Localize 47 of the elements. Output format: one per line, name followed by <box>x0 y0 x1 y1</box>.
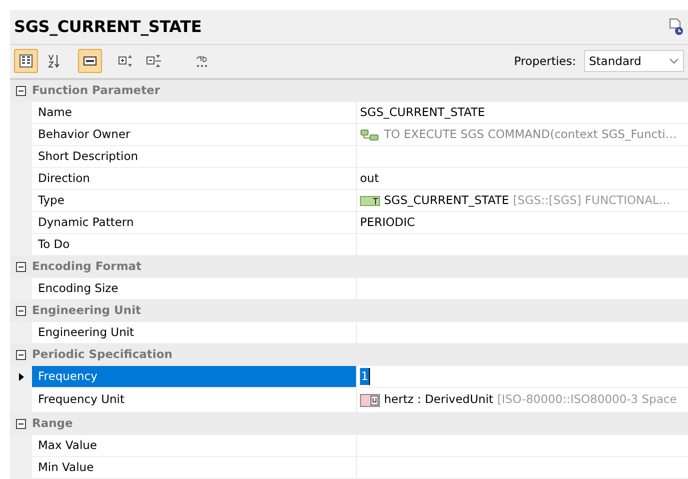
property-name[interactable]: Encoding Size <box>32 278 356 300</box>
value-text: out <box>360 170 379 187</box>
property-name[interactable]: Engineering Unit <box>32 322 356 344</box>
relation-icon <box>360 128 380 140</box>
property-name[interactable]: To Do <box>32 234 356 256</box>
property-name[interactable]: Direction <box>32 168 356 190</box>
property-name[interactable]: Min Value <box>32 457 356 479</box>
unit-icon <box>360 394 380 406</box>
document-history-icon[interactable] <box>668 18 684 36</box>
property-name[interactable]: Frequency Unit <box>32 388 356 413</box>
collapse-toggle-icon[interactable] <box>16 262 26 272</box>
value-text: SGS_CURRENT_STATE <box>360 104 486 121</box>
value-detail: [SGS::[SGS] FUNCTIONAL… <box>513 192 670 209</box>
property-name[interactable]: Type <box>32 190 356 212</box>
properties-label: Properties: <box>514 52 576 70</box>
categorized-view-icon <box>18 53 34 70</box>
element-title: SGS_CURRENT_STATE <box>14 16 202 38</box>
value-text: PERIODIC <box>360 214 415 231</box>
property-name[interactable]: Dynamic Pattern <box>32 212 356 234</box>
sort-alphabetical-icon <box>46 53 62 70</box>
collapse-toggle-icon[interactable] <box>16 306 26 316</box>
properties-dropdown[interactable]: Standard <box>584 50 684 72</box>
category-header: Encoding Format <box>32 258 142 276</box>
value-text: TO EXECUTE SGS COMMAND(context SGS_Functi… <box>384 126 677 143</box>
collapse-all-icon <box>146 53 162 70</box>
collapse-toggle-icon[interactable] <box>16 419 26 429</box>
category-header: Function Parameter <box>32 82 160 100</box>
property-name[interactable]: Frequency <box>32 366 356 388</box>
type-icon <box>360 194 380 206</box>
property-name[interactable]: Short Description <box>32 146 356 168</box>
collapse-toggle-icon[interactable] <box>16 86 26 96</box>
collapse-toggle-icon[interactable] <box>16 350 26 360</box>
category-header: Engineering Unit <box>32 302 142 320</box>
chevron-down-icon <box>669 58 679 64</box>
property-name[interactable]: Max Value <box>32 435 356 457</box>
value-input-field[interactable]: 1 <box>360 368 370 386</box>
property-name[interactable]: Behavior Owner <box>32 124 356 146</box>
description-panel-button[interactable] <box>78 49 102 74</box>
value-detail: [ISO-80000::ISO80000-3 Space <box>497 391 677 408</box>
text-find-icon <box>194 53 210 70</box>
category-header: Periodic Specification <box>32 346 172 364</box>
category-header: Range <box>32 415 73 432</box>
property-name[interactable]: Name <box>32 102 356 124</box>
expand-all-icon <box>118 53 134 70</box>
value-text: hertz : DerivedUnit <box>384 391 494 408</box>
categorized-view-button[interactable] <box>14 49 38 74</box>
value-text: SGS_CURRENT_STATE <box>384 192 510 209</box>
